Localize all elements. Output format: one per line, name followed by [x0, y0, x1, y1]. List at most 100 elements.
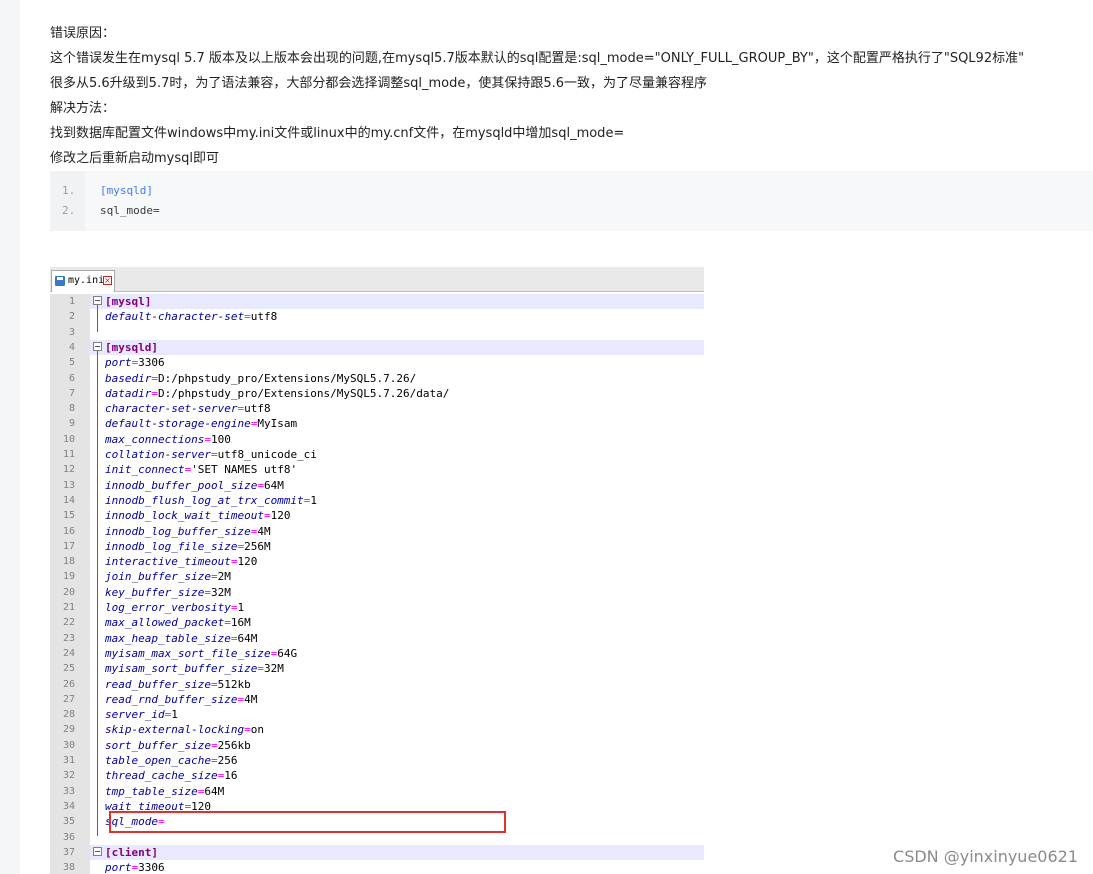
- config-key: port: [105, 356, 132, 370]
- config-value: utf8_unicode_ci: [217, 448, 317, 461]
- equals-sign: =: [263, 509, 271, 523]
- editor-line: 6 basedir=D:/phpstudy_pro/Extensions/MySQ…: [50, 371, 704, 386]
- config-value: 4M: [244, 692, 258, 706]
- fold-guide-line: [97, 350, 98, 837]
- config-entry: sort_buffer_size=256kb: [105, 738, 251, 753]
- line-number: 23: [62, 632, 75, 644]
- line-number: 26: [62, 678, 75, 690]
- editor-line: 26 read_buffer_size=512kb: [50, 677, 704, 692]
- config-entry: interactive_timeout=120: [105, 554, 257, 569]
- config-value: 64M: [263, 478, 284, 492]
- config-entry: port=3306: [105, 355, 165, 370]
- line-number: 36: [62, 831, 75, 843]
- config-entry: skip-external-locking=on: [105, 722, 264, 737]
- config-entry: tmp_table_size=64M: [105, 784, 224, 799]
- equals-sign: =: [204, 585, 211, 599]
- config-value: 'SET NAMES utf8': [191, 463, 298, 477]
- paragraph-restart-note: 修改之后重新启动mysql即可: [50, 151, 219, 166]
- config-value: 2M: [217, 570, 231, 584]
- article-body: 错误原因： 这个错误发生在mysql 5.7 版本及以上版本会出现的问题,在my…: [20, 0, 1093, 874]
- config-key: skip-external-locking: [105, 723, 245, 737]
- close-icon[interactable]: ×: [103, 276, 112, 285]
- notepad-screenshot: my.ini × 1 [mysql] 2 default-character-set=…: [50, 267, 704, 874]
- editor-line: 29 skip-external-locking=on: [50, 722, 704, 737]
- line-number: 8: [68, 403, 75, 415]
- line-number: 13: [62, 479, 75, 491]
- line-number: 19: [62, 571, 75, 583]
- line-number: 4: [68, 341, 75, 353]
- equals-sign: =: [210, 738, 218, 752]
- editor-line: 23 max_heap_table_size=64M: [50, 631, 704, 646]
- config-key: collation-server: [105, 448, 211, 461]
- config-value: 4M: [257, 524, 271, 538]
- line-number: 18: [62, 556, 75, 568]
- config-entry: myisam_max_sort_file_size=64G: [105, 646, 297, 661]
- line-number: 22: [62, 617, 75, 629]
- code-line-text: sql_mode=: [100, 204, 160, 217]
- config-entry: collation-server=utf8_unicode_ci: [105, 447, 317, 462]
- config-key: interactive_timeout: [105, 555, 231, 569]
- equals-sign: =: [210, 677, 218, 691]
- config-key: default-storage-engine: [105, 417, 251, 431]
- config-value: MyIsam: [257, 417, 298, 431]
- editor-line: 7 datadir=D:/phpstudy_pro/Extensions/MySQ…: [50, 386, 704, 401]
- config-value: 32M: [263, 662, 284, 676]
- equals-sign: =: [204, 432, 211, 446]
- line-number: 16: [62, 525, 75, 537]
- line-number: 14: [62, 494, 75, 506]
- line-number: 6: [68, 372, 75, 384]
- line-number: 25: [62, 663, 75, 675]
- paragraph-error-description: 这个错误发生在mysql 5.7 版本及以上版本会出现的问题,在mysql5.7…: [50, 51, 1025, 66]
- editor-line: 18 interactive_timeout=120: [50, 554, 704, 569]
- config-key: innodb_buffer_pool_size: [105, 478, 258, 492]
- line-number: 33: [62, 785, 75, 797]
- equals-sign: =: [244, 310, 251, 324]
- config-key: join_buffer_size: [105, 570, 211, 584]
- save-icon: [55, 276, 65, 286]
- config-key: innodb_log_file_size: [105, 539, 238, 553]
- equals-sign: =: [244, 723, 251, 737]
- config-entry: max_allowed_packet=16M: [105, 615, 251, 630]
- section-name: [mysql]: [105, 295, 152, 308]
- config-entry: key_buffer_size=32M: [105, 585, 231, 600]
- config-entry: max_connections=100: [105, 432, 231, 447]
- line-number: 29: [62, 724, 75, 736]
- equals-sign: =: [151, 386, 158, 400]
- tab-filename: my.ini: [68, 275, 105, 286]
- config-entry: innodb_lock_wait_timeout=120: [105, 508, 290, 523]
- editor-line: 3: [50, 325, 704, 340]
- config-key: innodb_log_buffer_size: [105, 524, 251, 538]
- code-line-number: 2.: [62, 204, 76, 217]
- config-entry: init_connect='SET NAMES utf8': [105, 462, 297, 477]
- config-key: innodb_lock_wait_timeout: [105, 509, 264, 523]
- editor-line: 1 [mysql]: [69, 294, 704, 310]
- editor-line: 33 tmp_table_size=64M: [50, 784, 704, 799]
- config-value: on: [250, 723, 264, 737]
- config-value: D:/phpstudy_pro/Extensions/MySQL5.7.26/d…: [157, 386, 450, 400]
- config-entry: datadir=D:/phpstudy_pro/Extensions/MySQL…: [105, 386, 449, 401]
- code-block[interactable]: 1. [mysqld] 2. sql_mode=: [50, 171, 1093, 231]
- config-key: read_rnd_buffer_size: [105, 692, 238, 706]
- config-value: 1: [237, 601, 245, 614]
- paragraph-solution-step: 找到数据库配置文件windows中my.ini文件或linux中的my.cnf文…: [50, 126, 625, 141]
- line-number: 12: [62, 464, 75, 476]
- config-key: basedir: [105, 371, 152, 385]
- editor-line: 24 myisam_max_sort_file_size=64G: [50, 646, 704, 661]
- editor-area: 1 [mysql] 2 default-character-set=utf8 3 4 [my…: [50, 294, 704, 874]
- config-entry: innodb_log_file_size=256M: [105, 539, 271, 554]
- line-number: 31: [62, 755, 75, 766]
- file-tab[interactable]: my.ini ×: [51, 270, 115, 292]
- fold-toggle-icon: [93, 846, 102, 856]
- equals-sign: =: [210, 754, 218, 767]
- line-number: 21: [62, 602, 75, 613]
- config-value: 1: [171, 708, 178, 722]
- config-entry: read_buffer_size=512kb: [105, 677, 251, 692]
- editor-line: 10 max_connections=100: [50, 432, 704, 447]
- line-number: 34: [62, 800, 75, 812]
- config-value: 16: [224, 769, 238, 783]
- config-key: init_connect: [105, 463, 185, 477]
- editor-line: 32 thread_cache_size=16: [50, 768, 704, 783]
- config-key: read_buffer_size: [105, 677, 211, 691]
- config-value: 16M: [230, 616, 251, 630]
- line-number: 5: [68, 357, 75, 369]
